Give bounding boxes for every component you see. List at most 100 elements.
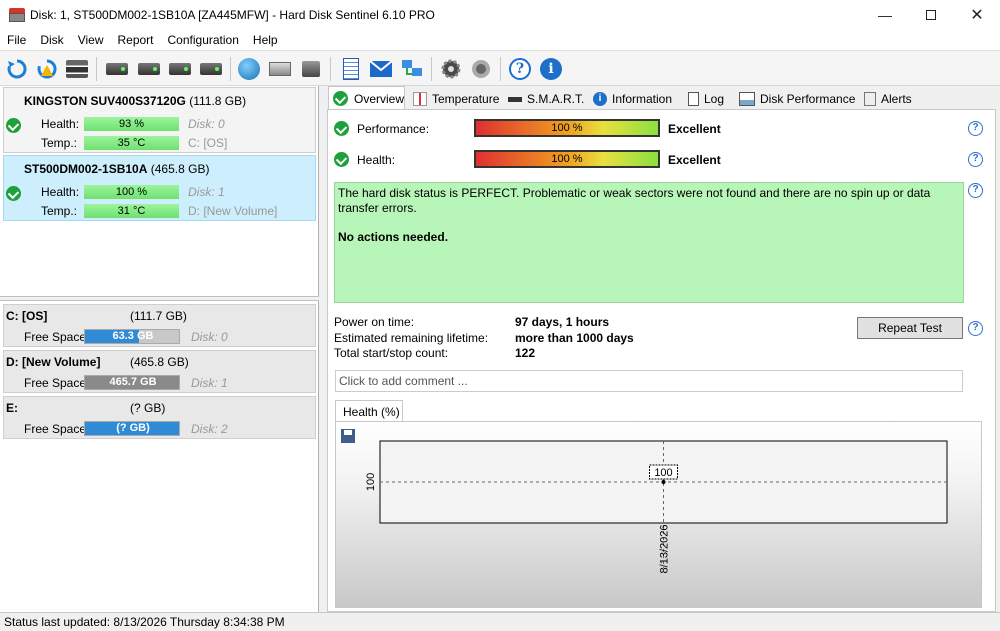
info-icon: i — [593, 92, 607, 106]
title-bar: Disk: 1, ST500DM002-1SB10A [ZA445MFW] - … — [0, 0, 1000, 30]
help-icon[interactable]: ? — [968, 121, 983, 136]
check-icon — [333, 91, 348, 106]
app-logo-icon — [9, 8, 25, 22]
disk-card-st500[interactable]: ST500DM002-1SB10A (465.8 GB) Health: 100… — [3, 155, 316, 221]
data-point — [661, 480, 666, 484]
volume-card-d[interactable]: D: [New Volume] (465.8 GB) Free Space 46… — [3, 350, 316, 393]
disk-usb-icon[interactable] — [298, 56, 324, 82]
startstop-value: 122 — [515, 346, 536, 360]
tab-strip: Overview Temperature S.M.A.R.T. i Inform… — [325, 86, 1000, 110]
status-action: No actions needed. — [338, 230, 449, 244]
info-icon[interactable]: i — [538, 56, 564, 82]
volume-size: (? GB) — [130, 401, 166, 415]
disk-list-icon[interactable] — [64, 56, 90, 82]
window-title: Disk: 1, ST500DM002-1SB10A [ZA445MFW] - … — [30, 8, 435, 22]
startstop-label: Total start/stop count: — [334, 346, 449, 360]
volume-card-e[interactable]: E: (? GB) Free Space (? GB) Disk: 2 — [3, 396, 316, 439]
disk-ref: Disk: 1 — [188, 185, 225, 199]
health-bar: 93 % — [84, 117, 179, 131]
drive-ref: D: [New Volume] — [188, 204, 278, 218]
help-icon[interactable]: ? — [968, 321, 983, 336]
health-chart-panel: 100 100 8/13/2026 — [335, 421, 982, 608]
menu-help[interactable]: Help — [246, 30, 285, 50]
network-icon[interactable] — [399, 56, 425, 82]
panel-splitter[interactable] — [0, 296, 319, 301]
temp-label: Temp.: — [41, 136, 78, 150]
settings-icon[interactable] — [438, 56, 464, 82]
maximize-button[interactable] — [908, 0, 954, 30]
health-gauge: 100 % — [474, 150, 660, 168]
menu-file[interactable]: File — [0, 30, 33, 50]
menu-configuration[interactable]: Configuration — [161, 30, 246, 50]
volume-name: D: [New Volume] — [6, 355, 101, 369]
help-icon[interactable]: ? — [507, 56, 533, 82]
alerts-icon — [864, 92, 876, 106]
disk-icon — [508, 96, 522, 102]
tab-alerts[interactable]: Alerts — [860, 88, 912, 110]
performance-ok-icon — [334, 121, 349, 136]
free-space-value: (? GB) — [116, 422, 150, 434]
health-rating: Excellent — [668, 153, 721, 167]
volume-name: E: — [6, 401, 18, 415]
chart-icon — [739, 92, 755, 106]
details-panel: Overview Temperature S.M.A.R.T. i Inform… — [325, 86, 1000, 612]
notepad-icon[interactable] — [338, 56, 364, 82]
free-space-bar: 465.7 GB — [84, 375, 180, 390]
menu-view[interactable]: View — [71, 30, 111, 50]
globe-disk-icon[interactable] — [236, 56, 262, 82]
free-space-value: 465.7 GB — [109, 376, 157, 388]
status-ok-icon — [6, 118, 21, 133]
tab-temperature[interactable]: Temperature — [409, 88, 499, 110]
help-icon[interactable]: ? — [968, 152, 983, 167]
disk-schedule-icon[interactable] — [136, 56, 162, 82]
help-icon[interactable]: ? — [968, 183, 983, 198]
disk-ref: Disk: 0 — [188, 117, 225, 131]
health-ok-icon — [334, 152, 349, 167]
toolbar: ? i — [0, 50, 1000, 86]
tab-log[interactable]: Log — [684, 88, 724, 110]
disk-title: ST500DM002-1SB10A (465.8 GB) — [24, 162, 210, 176]
status-bar: Status last updated: 8/13/2026 Thursday … — [0, 612, 1000, 631]
disk-card-kingston[interactable]: KINGSTON SUV400S37120G (111.8 GB) Health… — [3, 87, 316, 153]
disk-stack-icon[interactable] — [267, 56, 293, 82]
menu-disk[interactable]: Disk — [33, 30, 70, 50]
health-chart: 100 100 8/13/2026 — [341, 429, 948, 573]
sound-icon[interactable] — [468, 56, 494, 82]
tab-smart[interactable]: S.M.A.R.T. — [504, 88, 584, 110]
refresh-warning-icon[interactable] — [34, 56, 60, 82]
tab-label: Overview — [353, 91, 404, 106]
temp-bar: 31 °C — [84, 204, 179, 218]
close-button[interactable]: ✕ — [954, 0, 1000, 30]
performance-gauge: 100 % — [474, 119, 660, 137]
repeat-test-button[interactable]: Repeat Test — [857, 317, 963, 339]
volume-disk-ref: Disk: 0 — [191, 330, 228, 344]
tab-disk-performance[interactable]: Disk Performance — [735, 88, 855, 110]
refresh-icon[interactable] — [4, 56, 30, 82]
tab-health-chart[interactable]: Health (%) — [335, 400, 403, 422]
menu-bar: File Disk View Report Configuration Help — [0, 30, 1000, 50]
disk-info-icon[interactable] — [104, 56, 130, 82]
tab-overview[interactable]: Overview — [328, 86, 405, 110]
status-text: The hard disk status is PERFECT. Problem… — [338, 186, 931, 215]
email-icon[interactable] — [368, 56, 394, 82]
volume-name: C: [OS] — [6, 309, 48, 323]
volume-card-c[interactable]: C: [OS] (111.7 GB) Free Space 63.3 GB Di… — [3, 304, 316, 347]
health-label: Health: — [41, 117, 80, 131]
tab-information[interactable]: i Information — [589, 88, 672, 110]
menu-report[interactable]: Report — [110, 30, 160, 50]
tab-label: Log — [704, 92, 725, 106]
tab-label: Disk Performance — [760, 92, 856, 106]
free-space-label: Free Space — [24, 422, 87, 436]
document-icon — [688, 92, 699, 106]
disk-check-icon[interactable] — [167, 56, 193, 82]
volume-size: (111.7 GB) — [130, 309, 187, 323]
comment-field[interactable]: Click to add comment ... — [335, 370, 963, 392]
free-space-value: 63.3 GB — [112, 330, 154, 342]
minimize-button[interactable]: — — [862, 0, 908, 30]
app-window: Disk: 1, ST500DM002-1SB10A [ZA445MFW] - … — [0, 0, 1000, 631]
tab-label: Information — [612, 92, 673, 106]
performance-label: Performance: — [357, 122, 430, 136]
free-space-bar: (? GB) — [84, 421, 180, 436]
disk-search-icon[interactable] — [198, 56, 224, 82]
tab-label: Temperature — [432, 92, 500, 106]
